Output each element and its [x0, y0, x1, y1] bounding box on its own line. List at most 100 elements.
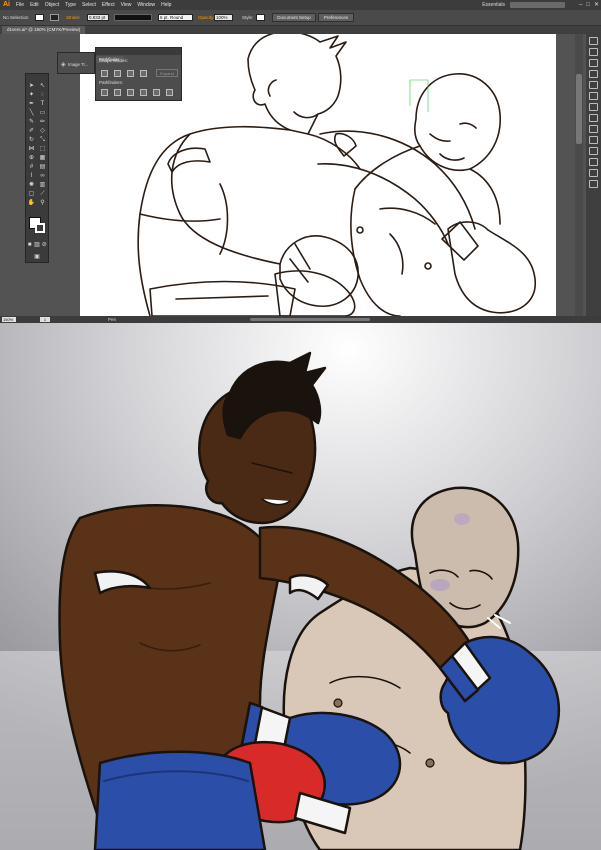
image-trace-panel[interactable]: ◈ Image Tr... — [57, 52, 95, 74]
appearance-panel-icon[interactable] — [589, 114, 598, 122]
blend-tool-icon[interactable]: ∞ — [39, 172, 47, 180]
menu-edit[interactable]: Edit — [27, 0, 42, 10]
hand-tool-icon[interactable]: ✋ — [28, 199, 36, 207]
image-trace-icon: ◈ — [61, 62, 66, 68]
stroke-color-swatch[interactable] — [35, 223, 45, 233]
magic-wand-tool-icon[interactable]: ✦ — [28, 91, 36, 99]
layers-panel-icon[interactable] — [589, 136, 598, 144]
menu-object[interactable]: Object — [42, 0, 62, 10]
pathfinder-panel-icon[interactable] — [589, 180, 598, 188]
screen-mode-icon[interactable]: ▣ — [33, 253, 41, 261]
close-button[interactable]: ✕ — [594, 0, 599, 10]
perspective-grid-tool-icon[interactable]: ▦ — [39, 154, 47, 162]
vertical-scrollbar[interactable] — [575, 34, 583, 316]
symbols-panel-icon[interactable] — [589, 70, 598, 78]
color-mode-icon[interactable]: ■ — [26, 241, 33, 249]
document-setup-button[interactable]: Document Setup — [272, 13, 316, 22]
style-label: Style: — [242, 15, 254, 20]
swatches-panel-icon[interactable] — [589, 48, 598, 56]
direct-selection-tool-icon[interactable]: ↖ — [39, 82, 47, 90]
shape-mode-unite-icon[interactable] — [101, 70, 108, 77]
free-transform-tool-icon[interactable]: ⬚ — [39, 145, 47, 153]
maximize-button[interactable]: □ — [586, 0, 590, 10]
search-input[interactable] — [510, 2, 565, 8]
tools-panel: ➤ ↖ ✦ ◌ ✒ T ╲ ▭ ✎ ✏ ✐ ◇ ↻ ⤡ ⋈ ⬚ ⊕ ▦ # ▤ … — [25, 73, 49, 263]
brush-definition[interactable]: 6 pt. Round — [158, 14, 193, 21]
menu-help[interactable]: Help — [158, 0, 174, 10]
expand-button[interactable]: Expand — [156, 69, 178, 77]
vertical-scroll-thumb[interactable] — [576, 74, 582, 144]
graphic-styles-panel-icon[interactable] — [589, 125, 598, 133]
transform-panel-icon[interactable] — [589, 169, 598, 177]
width-tool-icon[interactable]: ⋈ — [28, 145, 36, 153]
menu-view[interactable]: View — [118, 0, 135, 10]
type-tool-icon[interactable]: T — [39, 100, 47, 108]
shape-mode-exclude-icon[interactable] — [140, 70, 147, 77]
workspace-switcher[interactable]: Essentials — [482, 0, 505, 10]
none-mode-icon[interactable]: ⊘ — [41, 241, 48, 249]
pathfinder-trim-icon[interactable] — [114, 89, 121, 96]
stroke-swatch[interactable] — [50, 14, 59, 21]
menu-effect[interactable]: Effect — [99, 0, 118, 10]
selection-tool-icon[interactable]: ➤ — [28, 82, 36, 90]
pathfinder-divide-icon[interactable] — [101, 89, 108, 96]
gradient-panel-icon[interactable] — [589, 92, 598, 100]
pen-tool-icon[interactable]: ✒ — [28, 100, 36, 108]
menu-file[interactable]: File — [13, 0, 27, 10]
brushes-panel-icon[interactable] — [589, 59, 598, 67]
stroke-label[interactable]: Stroke: — [66, 15, 80, 20]
align-panel-icon[interactable] — [589, 158, 598, 166]
zoom-field[interactable]: 150% — [2, 317, 16, 322]
pathfinder-outline-icon[interactable] — [153, 89, 160, 96]
ai-logo-icon: Ai — [3, 1, 10, 8]
slice-tool-icon[interactable]: ⟋ — [39, 190, 47, 198]
menu-type[interactable]: Type — [62, 0, 79, 10]
minimize-button[interactable]: – — [579, 0, 582, 10]
document-tab[interactable]: d1vers.ai* @ 150% (CMYK/Preview) — [2, 26, 86, 34]
shape-modes-label: Shape Modes: — [99, 58, 129, 63]
artboards-panel-icon[interactable] — [589, 147, 598, 155]
right-panel-dock — [586, 34, 601, 316]
shape-mode-minus-front-icon[interactable] — [114, 70, 121, 77]
opacity-field[interactable]: 100% — [214, 14, 233, 21]
pathfinder-titlebar[interactable]: Pathfinder — [96, 48, 181, 63]
graph-tool-icon[interactable]: ▥ — [39, 181, 47, 189]
fill-swatch[interactable] — [35, 14, 44, 21]
stroke-weight-field[interactable]: 0.833 pt — [87, 14, 109, 21]
pencil-tool-icon[interactable]: ✏ — [39, 118, 47, 126]
lasso-tool-icon[interactable]: ◌ — [39, 91, 47, 99]
gradient-mode-icon[interactable]: ▨ — [33, 241, 40, 249]
pathfinder-minus-back-icon[interactable] — [166, 89, 173, 96]
shape-builder-tool-icon[interactable]: ⊕ — [28, 154, 36, 162]
color-panel-icon[interactable] — [589, 37, 598, 45]
menu-select[interactable]: Select — [79, 0, 99, 10]
artboard-tool-icon[interactable]: ▢ — [28, 190, 36, 198]
gradient-tool-icon[interactable]: ▤ — [39, 163, 47, 171]
pathfinder-merge-icon[interactable] — [127, 89, 134, 96]
blob-brush-tool-icon[interactable]: ✐ — [28, 127, 36, 135]
opacity-label[interactable]: Opacity: — [198, 15, 215, 20]
zoom-tool-icon[interactable]: ⚲ — [39, 199, 47, 207]
rotate-tool-icon[interactable]: ↻ — [28, 136, 36, 144]
preferences-button[interactable]: Preferences — [318, 13, 354, 22]
variable-width-profile[interactable] — [114, 14, 152, 21]
rectangle-tool-icon[interactable]: ▭ — [39, 109, 47, 117]
scale-tool-icon[interactable]: ⤡ — [39, 136, 47, 144]
shape-mode-intersect-icon[interactable] — [127, 70, 134, 77]
stroke-panel-icon[interactable] — [589, 81, 598, 89]
illustrator-window: Ai File Edit Object Type Select Effect V… — [0, 0, 601, 323]
eyedropper-tool-icon[interactable]: ⌇ — [28, 172, 36, 180]
pathfinder-crop-icon[interactable] — [140, 89, 147, 96]
window-controls: – □ ✕ — [579, 0, 599, 10]
artboard-number-field[interactable]: 1 — [40, 317, 50, 322]
symbol-sprayer-tool-icon[interactable]: ✺ — [28, 181, 36, 189]
mesh-tool-icon[interactable]: # — [28, 163, 36, 171]
line-tool-icon[interactable]: ╲ — [28, 109, 36, 117]
paintbrush-tool-icon[interactable]: ✎ — [28, 118, 36, 126]
menu-window[interactable]: Window — [134, 0, 158, 10]
horizontal-scroll-thumb[interactable] — [250, 318, 370, 321]
image-trace-label: Image Tr... — [68, 62, 89, 67]
eraser-tool-icon[interactable]: ◇ — [39, 127, 47, 135]
transparency-panel-icon[interactable] — [589, 103, 598, 111]
graphic-style-swatch[interactable] — [256, 14, 265, 21]
